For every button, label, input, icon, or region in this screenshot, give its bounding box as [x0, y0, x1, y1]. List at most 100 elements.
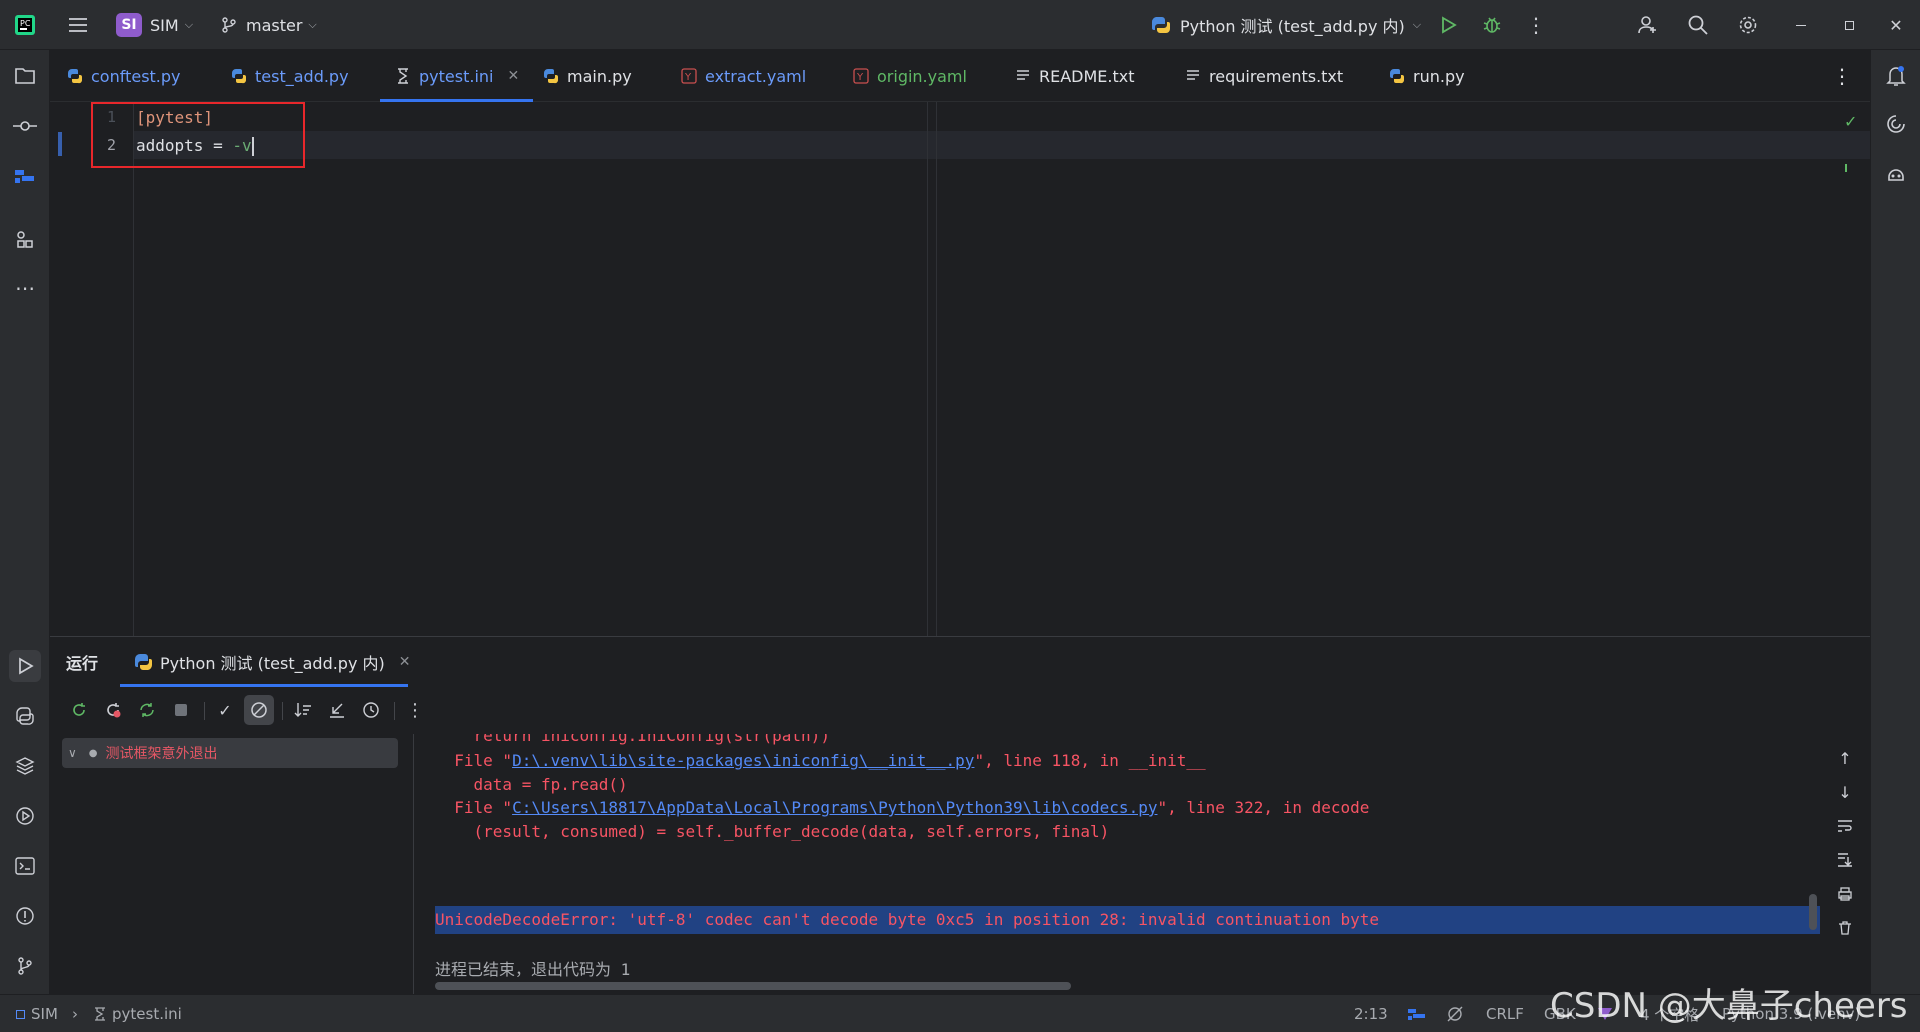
- scroll-up-button[interactable]: ↑: [1829, 742, 1861, 774]
- add-user-button[interactable]: [1632, 9, 1664, 41]
- annotation-red-box: [91, 102, 305, 168]
- breadcrumb-project[interactable]: SIM: [16, 995, 58, 1032]
- layers-icon: [15, 757, 35, 775]
- python-console-button[interactable]: [9, 700, 41, 732]
- branch-switcher[interactable]: master ⌵: [220, 0, 317, 50]
- search-button[interactable]: [1682, 9, 1714, 41]
- settings-button[interactable]: [1732, 9, 1764, 41]
- python-packages-button[interactable]: [9, 750, 41, 782]
- tab-run[interactable]: run.py: [1388, 50, 1465, 102]
- tab-extract-yaml[interactable]: Y extract.yaml: [680, 50, 806, 102]
- tab-label: test_add.py: [255, 66, 349, 86]
- more-tools-button[interactable]: ⋯: [9, 272, 41, 304]
- terminal-button[interactable]: [9, 850, 41, 882]
- ai-assistant-button[interactable]: [1880, 108, 1912, 140]
- toggle-auto-test-button[interactable]: [132, 695, 162, 725]
- git-button[interactable]: [9, 950, 41, 982]
- more-run-actions-button[interactable]: ⋮: [400, 695, 430, 725]
- tab-readme[interactable]: README.txt: [1014, 50, 1135, 102]
- problems-button[interactable]: [9, 900, 41, 932]
- main-menu-icon[interactable]: [62, 9, 94, 41]
- python-test-icon: [135, 654, 153, 670]
- stop-button[interactable]: [166, 695, 196, 725]
- plugin-tool-button[interactable]: [9, 160, 41, 192]
- gutter-divider: [133, 102, 134, 636]
- tab-label: main.py: [567, 66, 632, 86]
- show-ignored-button[interactable]: [244, 695, 274, 725]
- close-window-button[interactable]: ✕: [1880, 9, 1912, 41]
- project-tool-button[interactable]: [9, 60, 41, 92]
- toolbar-separator: [282, 702, 283, 720]
- copilot-button[interactable]: [1880, 158, 1912, 190]
- git-branch-icon: [222, 17, 236, 33]
- rerun-button[interactable]: [64, 695, 94, 725]
- horizontal-scrollbar[interactable]: [435, 982, 1071, 990]
- run-tool-button[interactable]: [9, 650, 41, 682]
- services-button[interactable]: [9, 800, 41, 832]
- restore-button[interactable]: [1833, 9, 1865, 41]
- inspection-ok-icon[interactable]: ✓: [1844, 112, 1857, 131]
- run-config-selector[interactable]: Python 测试 (test_add.py 内) ⌵: [1150, 0, 1421, 50]
- margin-guide: [936, 102, 937, 636]
- scroll-down-button[interactable]: ↓: [1829, 776, 1861, 808]
- ignored-icon: [251, 702, 267, 718]
- python-file-icon: [230, 67, 248, 85]
- minimize-button[interactable]: [1785, 9, 1817, 41]
- python-file-icon: [66, 67, 84, 85]
- clear-console-button[interactable]: [1829, 912, 1861, 944]
- services-icon: [16, 807, 34, 825]
- notifications-button[interactable]: [1880, 60, 1912, 92]
- auto-rerun-icon: [140, 703, 154, 717]
- more-actions-button[interactable]: ⋮: [1520, 9, 1552, 41]
- run-button[interactable]: [1432, 9, 1464, 41]
- code-editor[interactable]: 1 2 [pytest] addopts = -v ✓: [50, 102, 1870, 636]
- bug-icon: [1483, 17, 1501, 33]
- close-tab-icon[interactable]: ✕: [399, 654, 411, 670]
- line-separator[interactable]: CRLF: [1486, 995, 1524, 1032]
- run-config-tab[interactable]: Python 测试 (test_add.py 内) ✕: [134, 637, 411, 687]
- rerun-failed-button[interactable]: [98, 695, 128, 725]
- import-tests-button[interactable]: [322, 695, 352, 725]
- tab-requirements[interactable]: requirements.txt: [1184, 50, 1343, 102]
- file-link[interactable]: D:\.venv\lib\site-packages\iniconfig\__i…: [512, 751, 974, 770]
- soft-wrap-button[interactable]: [1829, 810, 1861, 842]
- tab-main[interactable]: main.py: [542, 50, 632, 102]
- show-passed-button[interactable]: ✓: [210, 695, 240, 725]
- import-icon: [330, 703, 344, 718]
- tab-conftest[interactable]: conftest.py: [66, 50, 181, 102]
- structure-tool-button[interactable]: [9, 224, 41, 256]
- no-highlight-icon[interactable]: [1446, 995, 1464, 1032]
- scroll-to-end-icon: [1838, 853, 1852, 867]
- tab-options-button[interactable]: ⋮: [1832, 50, 1852, 102]
- tree-item-framework-exit[interactable]: ∨ ● 测试框架意外退出: [62, 738, 398, 768]
- vertical-scrollbar[interactable]: [1809, 894, 1817, 930]
- debug-button[interactable]: [1476, 9, 1508, 41]
- breadcrumb-file[interactable]: pytest.ini: [94, 995, 182, 1032]
- tab-origin-yaml[interactable]: Y origin.yaml: [852, 50, 967, 102]
- console-text: ", line 322, in decode: [1157, 798, 1370, 817]
- run-config-name: Python 测试 (test_add.py 内): [1180, 17, 1405, 36]
- run-config-tab-label: Python 测试 (test_add.py 内): [160, 654, 385, 673]
- rerun-failed-icon: [107, 703, 121, 718]
- app-logo-icon[interactable]: PC: [9, 9, 41, 41]
- console-output[interactable]: return iniconfig.IniConfig(str(path)) Fi…: [415, 734, 1820, 994]
- tab-pytest-ini[interactable]: pytest.ini ✕: [380, 50, 534, 102]
- commit-tool-button[interactable]: [9, 110, 41, 142]
- terminal-icon: [15, 857, 35, 875]
- more-horizontal-icon: ⋯: [15, 276, 35, 300]
- file-link[interactable]: C:\Users\18817\AppData\Local\Programs\Py…: [512, 798, 1157, 817]
- tab-test-add[interactable]: test_add.py: [230, 50, 349, 102]
- project-name: SIM: [150, 15, 179, 35]
- structure-icon: [17, 231, 33, 248]
- scroll-to-end-button[interactable]: [1829, 844, 1861, 876]
- sort-button[interactable]: [288, 695, 318, 725]
- arrow-up-icon: ↑: [1838, 748, 1852, 768]
- caret-position[interactable]: 2:13: [1354, 995, 1388, 1032]
- test-history-button[interactable]: [356, 695, 386, 725]
- close-tab-icon[interactable]: ✕: [507, 68, 519, 84]
- project-switcher[interactable]: SI SIM ⌵: [116, 0, 193, 50]
- plugin-status-icon[interactable]: [1406, 995, 1428, 1032]
- test-results-tree: ∨ ● 测试框架意外退出: [50, 734, 414, 994]
- chevron-down-icon[interactable]: ∨: [68, 746, 77, 760]
- print-button[interactable]: [1829, 878, 1861, 910]
